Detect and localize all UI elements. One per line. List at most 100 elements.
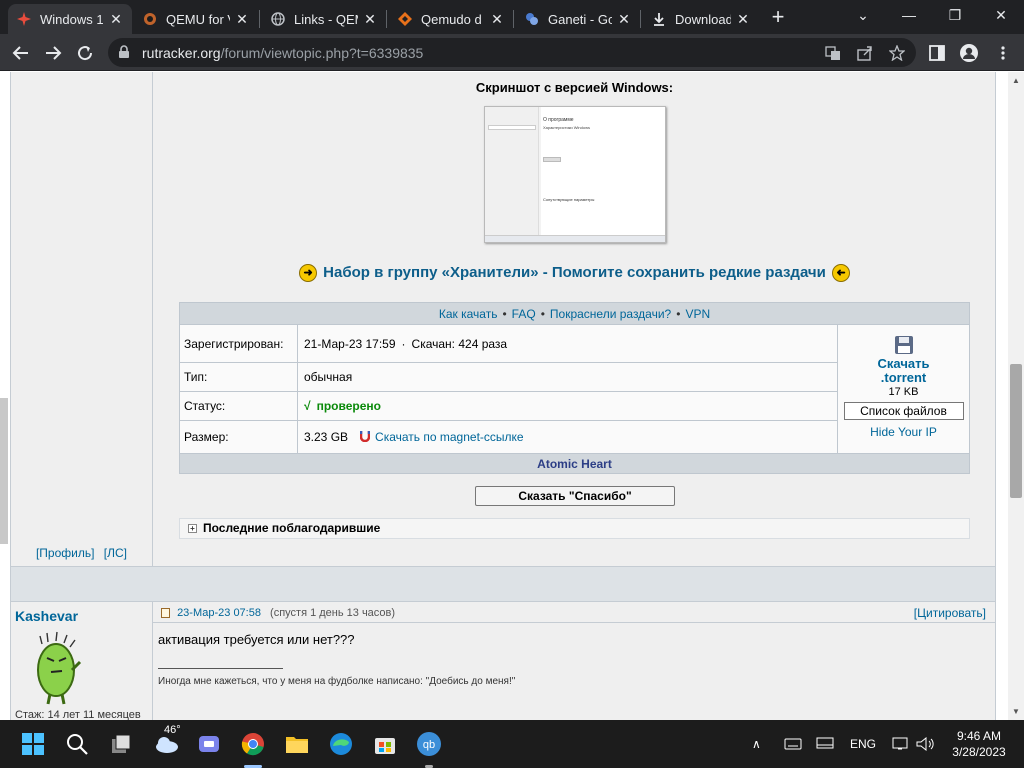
- qemudo-icon: [397, 11, 413, 27]
- display-icon[interactable]: [816, 720, 834, 768]
- scroll-down-icon[interactable]: ▼: [1012, 707, 1020, 716]
- windows-taskbar: 46° qb ∧ ENG 9:46 AM 3/28/2023: [0, 720, 1024, 768]
- teams-chat-icon[interactable]: [195, 730, 223, 758]
- help-links-bar: Как качать • FAQ • Покраснели раздачи? • VPN: [180, 303, 969, 325]
- restore-icon[interactable]: ❐: [932, 0, 978, 30]
- last-thanked-toggle[interactable]: + Последние поблагодарившие: [179, 518, 970, 539]
- download-icon: [651, 11, 667, 27]
- tab-windows[interactable]: Windows 1 ✕: [8, 4, 132, 34]
- clock-time: 9:46 AM: [956, 729, 1002, 743]
- hide-ip-link[interactable]: Hide Your IP: [838, 425, 969, 439]
- downloaded-count: Скачан: 424 раза: [411, 336, 508, 351]
- close-tab-icon[interactable]: ✕: [362, 11, 378, 27]
- show-hidden-icons[interactable]: ∧: [752, 720, 761, 768]
- quote-link[interactable]: [Цитировать]: [914, 603, 986, 623]
- ganeti-icon: [524, 11, 540, 27]
- avatar[interactable]: [34, 630, 84, 706]
- keepers-banner[interactable]: ➜ Набор в группу «Хранители» - Помогите с…: [153, 264, 996, 283]
- task-view-icon[interactable]: [107, 730, 135, 758]
- reload-icon[interactable]: [72, 40, 98, 66]
- search-icon[interactable]: [63, 730, 91, 758]
- profile-icon[interactable]: [956, 40, 982, 66]
- red-torrents-link[interactable]: Покраснели раздачи?: [550, 307, 671, 321]
- registered-date: 21-Мар-23 17:59: [304, 336, 396, 351]
- page-content: Скриншот с версией Windows: О программе …: [0, 72, 1008, 720]
- share-icon[interactable]: [856, 44, 874, 62]
- tab-qemudo[interactable]: Qemudo d ✕: [389, 4, 513, 34]
- arrow-left-icon: ➜: [831, 264, 850, 283]
- tab-search-icon[interactable]: ⌄: [840, 0, 886, 30]
- chrome-icon[interactable]: [239, 730, 267, 758]
- close-window-icon[interactable]: ✕: [978, 0, 1024, 30]
- svg-text:qb: qb: [423, 739, 435, 751]
- post2-header: 23-Мар-23 07:58 (спустя 1 день 13 часов)…: [153, 603, 996, 623]
- close-tab-icon[interactable]: ✕: [108, 11, 124, 27]
- tab-separator: [386, 10, 387, 28]
- profile-link[interactable]: [Профиль]: [36, 546, 94, 560]
- how-to-download-link[interactable]: Как качать: [439, 307, 498, 321]
- close-tab-icon[interactable]: ✕: [234, 11, 250, 27]
- scrollbar-thumb[interactable]: [1010, 364, 1022, 498]
- faq-link[interactable]: FAQ: [512, 307, 536, 321]
- post-since: (спустя 1 день 13 часов): [270, 607, 396, 619]
- clock-date: 3/28/2023: [952, 745, 1006, 759]
- signature-divider: [158, 668, 283, 669]
- release-name: Atomic Heart: [180, 453, 969, 473]
- say-thanks-button[interactable]: Сказать "Спасибо": [475, 486, 675, 506]
- translate-icon[interactable]: [824, 44, 842, 62]
- edge-handle: [0, 398, 8, 544]
- check-icon: √: [304, 399, 311, 413]
- url-text: rutracker.org/forum/viewtopic.php?t=6339…: [142, 45, 424, 61]
- weather-widget[interactable]: 46°: [150, 724, 184, 758]
- new-tab-button[interactable]: +: [766, 6, 790, 30]
- start-icon[interactable]: [19, 730, 47, 758]
- side-panel-icon[interactable]: [924, 40, 950, 66]
- tab-qemu[interactable]: QEMU for V ✕: [134, 4, 258, 34]
- torrent-size: 17 KB: [888, 386, 919, 398]
- network-icon[interactable]: [892, 720, 910, 768]
- address-bar[interactable]: rutracker.org/forum/viewtopic.php?t=6339…: [108, 38, 916, 67]
- status-value: проверено: [316, 399, 381, 413]
- browser-toolbar: rutracker.org/forum/viewtopic.php?t=6339…: [0, 34, 1024, 71]
- file-explorer-icon[interactable]: [283, 730, 311, 758]
- edge-icon[interactable]: [327, 730, 355, 758]
- pm-link[interactable]: [ЛС]: [104, 546, 127, 560]
- minimize-icon[interactable]: —: [886, 0, 932, 30]
- close-tab-icon[interactable]: ✕: [616, 11, 632, 27]
- close-tab-icon[interactable]: ✕: [489, 11, 505, 27]
- tab-links[interactable]: Links - QEM ✕: [262, 4, 386, 34]
- vpn-link[interactable]: VPN: [685, 307, 710, 321]
- forward-icon[interactable]: [40, 40, 66, 66]
- lock-icon[interactable]: [118, 45, 130, 64]
- post-icon: [161, 608, 170, 619]
- close-tab-icon[interactable]: ✕: [735, 11, 751, 27]
- tab-separator: [259, 10, 260, 28]
- menu-icon[interactable]: [990, 40, 1016, 66]
- download-torrent-link[interactable]: Скачать .torrent: [838, 357, 969, 385]
- volume-icon[interactable]: [916, 720, 936, 768]
- keyboard-icon[interactable]: [784, 720, 802, 768]
- experience-label: Стаж: 14 лет 11 месяцев: [15, 709, 141, 720]
- tab-downloads[interactable]: Downloads ✕: [643, 4, 759, 34]
- qbittorrent-icon[interactable]: qb: [415, 730, 443, 758]
- windows-screenshot-thumbnail[interactable]: О программе Характеристики Windows Сопут…: [484, 106, 666, 243]
- type-row: Тип: обычная: [180, 363, 837, 392]
- floppy-icon[interactable]: [894, 335, 914, 355]
- qemu-icon: [142, 11, 158, 27]
- post-divider: [10, 566, 996, 602]
- expand-icon: +: [188, 524, 197, 534]
- status-row: Статус: √ проверено: [180, 392, 837, 421]
- magnet-link[interactable]: Скачать по magnet-ссылке: [375, 430, 524, 444]
- post-date[interactable]: 23-Мар-23 07:58: [177, 607, 261, 619]
- system-clock[interactable]: 9:46 AM 3/28/2023: [944, 728, 1014, 760]
- bookmark-star-icon[interactable]: [888, 44, 906, 62]
- post2-username[interactable]: Kashevar: [15, 608, 78, 624]
- tab-ganeti[interactable]: Ganeti - Go ✕: [516, 4, 640, 34]
- profile-links: [Профиль] [ЛС]: [10, 546, 153, 560]
- back-icon[interactable]: [8, 40, 34, 66]
- download-table: Как качать • FAQ • Покраснели раздачи? • VPN З…: [179, 302, 970, 474]
- microsoft-store-icon[interactable]: [371, 730, 399, 758]
- language-indicator[interactable]: ENG: [850, 720, 876, 768]
- scroll-up-icon[interactable]: ▲: [1012, 76, 1020, 85]
- file-list-button[interactable]: Список файлов: [843, 402, 964, 420]
